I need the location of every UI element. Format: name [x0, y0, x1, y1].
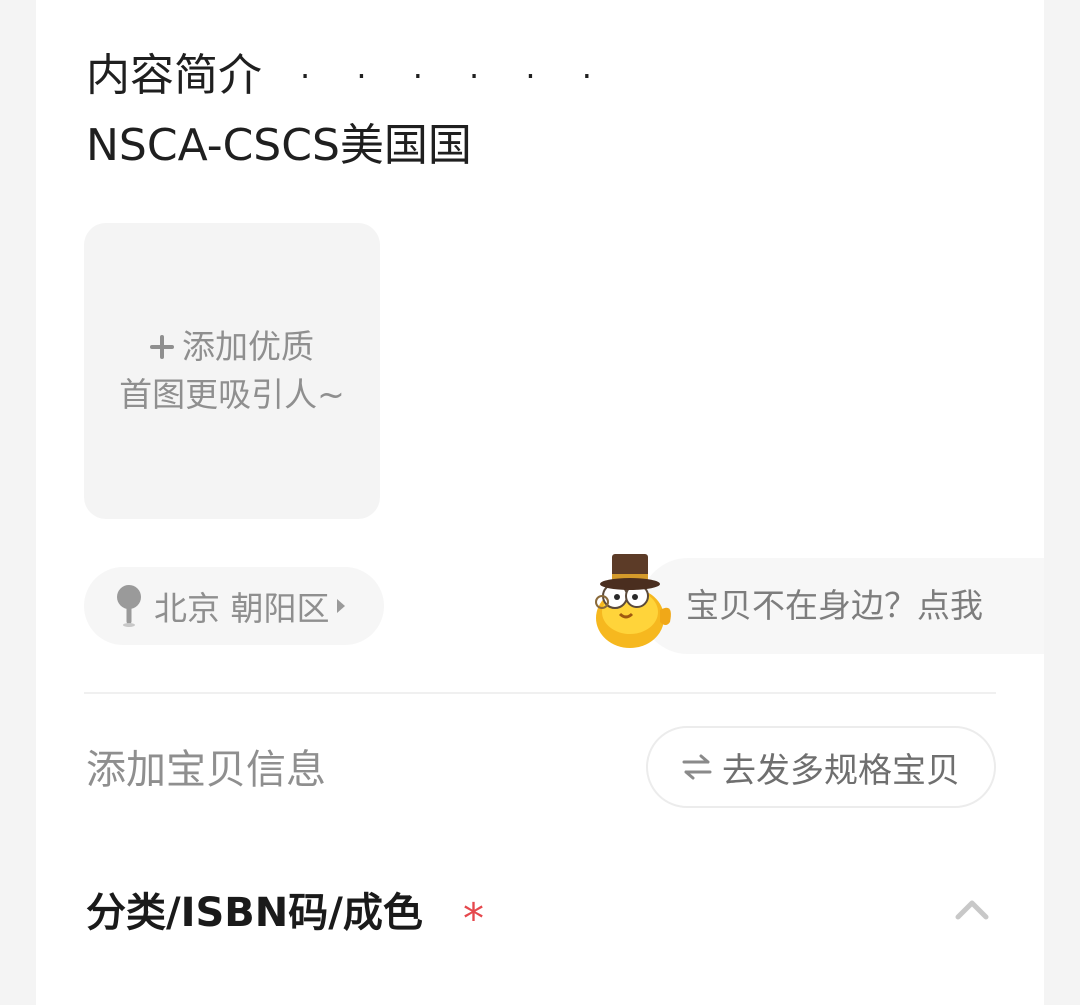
mascot-icon[interactable] [590, 548, 674, 652]
description-dots: · · · · · · [300, 57, 610, 95]
description-title: 内容简介 [86, 50, 262, 101]
divider [84, 692, 996, 694]
required-mark: * [463, 894, 484, 943]
location-selector[interactable]: 北京 朝阳区 [84, 567, 384, 645]
description-text[interactable]: NSCA-CSCS美国国 [86, 118, 472, 174]
caret-right-icon [336, 599, 345, 613]
swap-icon [682, 754, 712, 780]
plus-icon [150, 335, 174, 359]
multi-spec-button[interactable]: 去发多规格宝贝 [646, 726, 996, 808]
multi-spec-label: 去发多规格宝贝 [722, 750, 960, 791]
add-photo-label: 添加优质 [182, 327, 314, 366]
add-photo-button[interactable]: 添加优质 首图更吸引人~ [84, 223, 380, 519]
add-photo-label-row: 添加优质 [150, 323, 314, 371]
map-pin-icon [117, 585, 141, 627]
add-item-info-title: 添加宝贝信息 [86, 747, 326, 793]
helper-text: 宝贝不在身边？点我 [686, 586, 983, 625]
location-text: 北京 朝阳区 [154, 589, 330, 628]
not-nearby-helper[interactable]: 宝贝不在身边？点我 [640, 558, 1044, 654]
category-section-title: 分类/ISBN码/成色 [86, 890, 423, 936]
chevron-up-icon[interactable] [955, 898, 989, 920]
add-photo-hint: 首图更吸引人~ [119, 375, 345, 414]
